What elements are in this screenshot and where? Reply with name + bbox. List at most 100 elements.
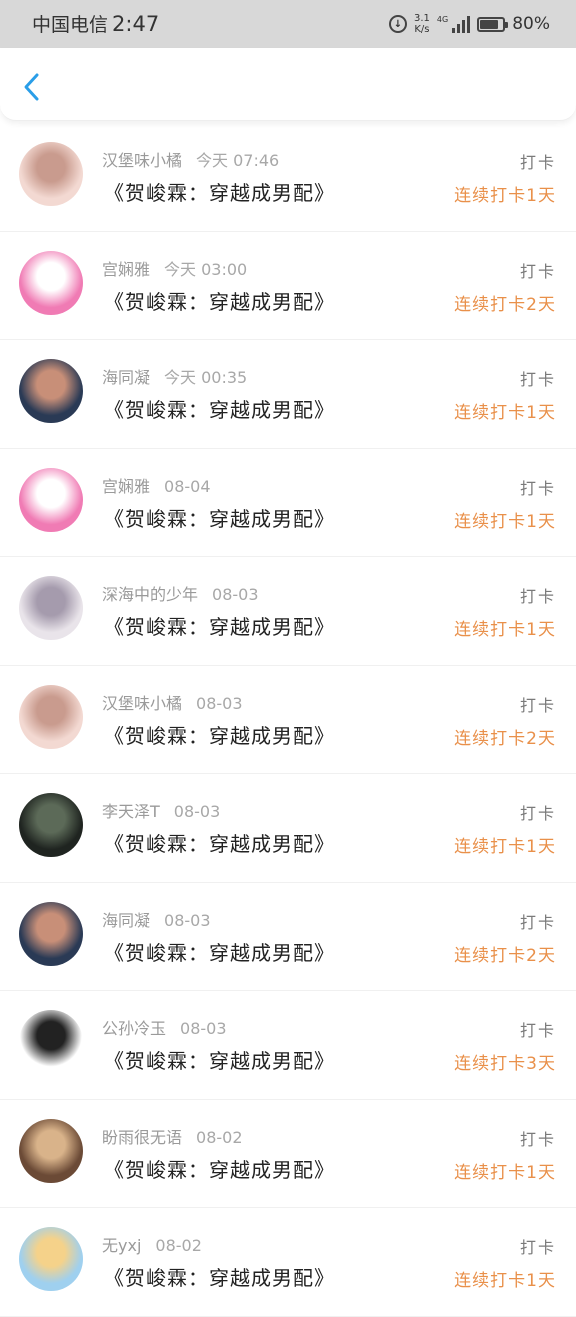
user-meta: 深海中的少年 08-03 [102, 581, 259, 605]
avatar-image [19, 250, 83, 315]
streak-badge: 连续打卡2天 [454, 945, 556, 966]
battery-label: 80% [512, 14, 550, 34]
streak-badge: 连续打卡1天 [454, 1271, 556, 1291]
username[interactable]: 汉堡味小橘 [102, 151, 182, 170]
list-item[interactable]: 无yxj 08-02 《贺峻霖：穿越成男配》 打卡连续打卡1天 [0, 1208, 576, 1317]
avatar-image [19, 793, 83, 857]
avatar-image [19, 1118, 83, 1183]
book-title[interactable]: 《贺峻霖：穿越成男配》 [104, 1262, 335, 1291]
list-item[interactable]: 宫娴雅 今天 03:00 《贺峻霖：穿越成男配》 打卡连续打卡2天 [0, 232, 576, 340]
post-date: 08-02 [155, 1236, 202, 1255]
user-meta: 宫娴雅 08-04 [102, 473, 211, 497]
username[interactable]: 无yxj [102, 1236, 141, 1255]
user-meta: 汉堡味小橘 今天 07:46 [102, 147, 279, 171]
checkin-label: 打卡 [519, 153, 556, 172]
post-date: 08-03 [212, 585, 259, 604]
post-date: 08-02 [196, 1127, 243, 1147]
streak-badge: 连续打卡1天 [454, 186, 556, 206]
avatar-image [19, 142, 83, 206]
list-item[interactable]: 海同凝 08-03 《贺峻霖：穿越成男配》 打卡 连续打卡2天 [0, 883, 576, 991]
user-meta: 盼雨很无语 08-02 [102, 1124, 243, 1148]
back-button[interactable] [14, 70, 48, 104]
avatar[interactable] [19, 142, 83, 206]
status-left: 中国电信 2:47 [32, 10, 159, 39]
user-meta: 宫娴雅 今天 03:00 [102, 256, 247, 280]
avatar[interactable] [19, 1227, 83, 1291]
checkin-label: 打卡 [519, 1238, 556, 1257]
avatar-image [19, 684, 83, 749]
checkin-label: 打卡 [519, 478, 556, 498]
streak-badge: 连续打卡3天 [454, 1054, 556, 1074]
list-item[interactable]: 盼雨很无语 08-02 《贺峻霖：穿越成男配》 打卡连续打卡1天 [0, 1100, 576, 1208]
carrier-label: 中国电信 [32, 14, 109, 36]
network-type: 4G [436, 15, 449, 24]
avatar[interactable] [19, 901, 83, 966]
avatar-image [19, 359, 83, 423]
post-date: 今天 03:00 [164, 259, 248, 279]
username[interactable]: 李天泽T [102, 802, 160, 821]
user-meta: 公孙冷玉 08-03 [102, 1015, 227, 1039]
list-item[interactable]: 汉堡味小橘 今天 07:46 《贺峻霖：穿越成男配》 打卡连续打卡1天 [0, 123, 576, 232]
book-title[interactable]: 《贺峻霖：穿越成男配》 [104, 611, 335, 640]
streak-badge: 连续打卡1天 [454, 837, 556, 857]
avatar-image [19, 1227, 83, 1291]
checkin-list: 汉堡味小橘 今天 07:46 《贺峻霖：穿越成男配》 打卡 连续打卡1天 宫娴雅 今天 03… [0, 123, 576, 1317]
book-title[interactable]: 《贺峻霖：穿越成男配》 [104, 937, 335, 966]
speed-unit: K/s [414, 24, 430, 35]
username[interactable]: 海同凝 [102, 911, 150, 930]
data-saver-icon: ↓ [389, 15, 407, 33]
avatar-image [19, 1010, 83, 1074]
avatar[interactable] [19, 793, 83, 857]
list-item[interactable]: 海同凝 今天 00:35 《贺峻霖：穿越成男配》 打卡连续打卡1天 [0, 340, 576, 449]
book-title[interactable]: 《贺峻霖：穿越成男配》 [104, 1154, 335, 1183]
username[interactable]: 公孙冷玉 [102, 1019, 166, 1038]
avatar[interactable] [19, 576, 83, 640]
post-date: 08-03 [196, 693, 243, 713]
avatar[interactable] [19, 250, 83, 315]
book-title[interactable]: 《贺峻霖：穿越成男配》 [104, 1045, 335, 1074]
username[interactable]: 盼雨很无语 [102, 1128, 182, 1147]
streak-badge: 连续打卡1天 [454, 1162, 556, 1183]
avatar[interactable] [19, 684, 83, 749]
list-item[interactable]: 深海中的少年 08-03 《贺峻霖：穿越成男配》 打卡 连续打卡1天 [0, 557, 576, 666]
avatar[interactable] [19, 467, 83, 532]
post-date: 08-03 [164, 910, 211, 930]
avatar[interactable] [19, 1010, 83, 1074]
streak-badge: 连续打卡1天 [454, 403, 556, 423]
book-title[interactable]: 《贺峻霖：穿越成男配》 [104, 828, 335, 857]
post-date: 今天 07:46 [196, 151, 280, 170]
checkin-label: 打卡 [519, 695, 556, 715]
checkin-label: 打卡 [519, 804, 556, 823]
list-item[interactable]: 汉堡味小橘 08-03 《贺峻霖：穿越成男配》 打卡连续打卡2天 [0, 666, 576, 774]
avatar-image [19, 467, 83, 532]
checkin-label: 打卡 [519, 261, 556, 281]
username[interactable]: 深海中的少年 [102, 585, 198, 604]
list-item[interactable]: 宫娴雅 08-04 《贺峻霖：穿越成男配》 打卡连续打卡1天 [0, 449, 576, 557]
checkin-label: 打卡 [519, 370, 556, 389]
user-meta: 海同凝 今天 00:35 [102, 364, 247, 388]
checkin-label: 打卡 [519, 1129, 556, 1149]
username[interactable]: 宫娴雅 [102, 477, 150, 496]
book-title[interactable]: 《贺峻霖：穿越成男配》 [104, 177, 335, 206]
list-item[interactable]: 公孙冷玉 08-03 《贺峻霖：穿越成男配》 打卡 连续打卡3天 [0, 991, 576, 1100]
streak-badge: 连续打卡2天 [454, 728, 556, 749]
battery-fill [480, 19, 498, 29]
book-title[interactable]: 《贺峻霖：穿越成男配》 [104, 720, 335, 749]
username[interactable]: 海同凝 [102, 368, 150, 387]
avatar[interactable] [19, 359, 83, 423]
battery-icon [477, 16, 509, 32]
list-item[interactable]: 李天泽T 08-03 《贺峻霖：穿越成男配》 打卡 连续打卡1天 [0, 774, 576, 883]
book-title[interactable]: 《贺峻霖：穿越成男配》 [104, 286, 335, 315]
avatar-image [19, 901, 83, 966]
avatar[interactable] [19, 1118, 83, 1183]
book-title[interactable]: 《贺峻霖：穿越成男配》 [104, 394, 335, 423]
chevron-left-icon [24, 73, 39, 101]
top-nav-bar [0, 48, 576, 121]
streak-badge: 连续打卡1天 [454, 511, 556, 532]
username[interactable]: 宫娴雅 [102, 260, 150, 279]
network-speed: 3.1 K/s [414, 13, 430, 35]
username[interactable]: 汉堡味小橘 [102, 694, 182, 713]
streak-badge: 连续打卡2天 [454, 294, 556, 315]
book-title[interactable]: 《贺峻霖：穿越成男配》 [104, 503, 335, 532]
avatar-image [19, 576, 83, 640]
